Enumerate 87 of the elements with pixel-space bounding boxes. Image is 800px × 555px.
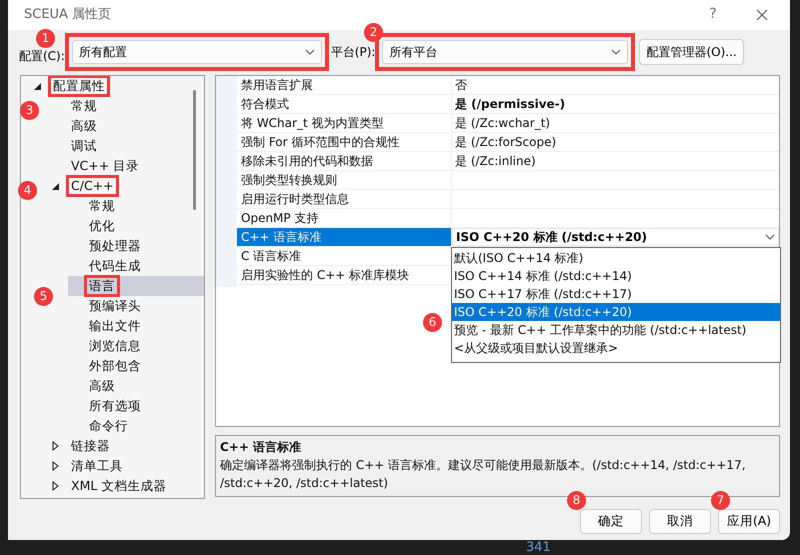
tree-item-label: 浏览信息 [88, 336, 142, 355]
chevron-down-icon [765, 234, 775, 240]
tree-item-label: 输出文件 [88, 316, 142, 335]
dropdown-option[interactable]: ISO C++17 标准 (/std:c++17) [452, 284, 780, 303]
tree-row[interactable]: 所有选项 [68, 396, 204, 416]
dropdown-field[interactable]: 所有平台 [382, 40, 628, 64]
property-value: 是 (/Zc:forScope) [455, 134, 556, 149]
tree-item-label: 外部包含 [88, 356, 142, 375]
property-name[interactable]: C++ 语言标准 [237, 228, 452, 246]
dialog-button[interactable]: 应用(A) [718, 508, 780, 534]
tree-row[interactable]: 输出文件 [68, 316, 204, 336]
tree-item-label: 常规 [88, 196, 116, 215]
collapsed-triangle-icon[interactable] [52, 440, 59, 451]
tree-row[interactable]: 常规 [68, 196, 204, 216]
dropdown-option[interactable]: 默认(ISO C++14 标准) [452, 248, 780, 267]
config-manager-button[interactable]: 配置管理器(O)... [639, 39, 744, 66]
property-name[interactable]: 强制类型转换规则 [237, 170, 452, 189]
tree-row[interactable]: 预编译头 [68, 296, 204, 316]
line-number: 341 [526, 540, 552, 555]
property-value: 是 (/permissive-) [455, 96, 566, 111]
tree-item-label: 预编译头 [88, 296, 142, 315]
tree-item-label: VC++ 目录 [70, 156, 140, 175]
tree-row[interactable]: 常规 [50, 96, 204, 116]
property-value-dropdown[interactable]: ISO C++20 标准 (/std:c++20) [452, 228, 779, 246]
tree-row[interactable]: 命令行 [68, 416, 204, 436]
tree-row[interactable]: 语言 [68, 276, 204, 296]
chevron-down-icon [304, 49, 315, 56]
platform-label: 平台(P): [330, 44, 376, 62]
tree-row[interactable]: 高级 [68, 376, 204, 396]
tree-item-label: 配置属性 [48, 76, 110, 97]
window-title: SCEUA 属性页 [24, 6, 112, 24]
property-name[interactable]: 符合模式 [237, 94, 452, 113]
tree-item-label: 所有选项 [88, 396, 142, 415]
expanded-triangle-icon[interactable] [34, 82, 41, 90]
expanded-triangle-icon[interactable] [52, 182, 59, 190]
help-button[interactable]: ? [698, 4, 728, 26]
close-icon[interactable] [756, 8, 768, 21]
tree-item-label: 语言 [84, 274, 120, 297]
tree-item-label: 调试 [70, 136, 98, 155]
collapsed-triangle-icon[interactable] [52, 460, 59, 471]
tree-row[interactable]: 配置属性 [32, 76, 204, 96]
dropdown-option[interactable]: ISO C++14 标准 (/std:c++14) [452, 266, 780, 285]
property-value: 否 [455, 78, 467, 92]
tree-item-label: 代码生成 [88, 256, 142, 275]
tree-item-label: C/C++ [66, 174, 119, 197]
tree-row[interactable]: C/C++ [50, 176, 204, 196]
tree-item-label: 高级 [70, 116, 98, 135]
tree-row[interactable]: 外部包含 [68, 356, 204, 376]
dropdown-option[interactable]: ISO C++20 标准 (/std:c++20) [452, 302, 780, 321]
tree-row[interactable]: 调试 [50, 136, 204, 156]
dialog-button[interactable]: 确定 [580, 508, 642, 534]
tree-row[interactable]: 浏览信息 [68, 336, 204, 356]
dropdown-option[interactable]: <从父级或项目默认设置继承> [452, 338, 780, 357]
dialog-button[interactable]: 取消 [649, 508, 711, 534]
tree-row[interactable]: XML 文档生成器 [50, 476, 204, 496]
tree-row[interactable]: 链接器 [50, 436, 204, 456]
property-name[interactable]: 强制 For 循环范围中的合规性 [237, 132, 452, 151]
property-value: ISO C++20 标准 (/std:c++20) [456, 228, 647, 246]
config-label: 配置(C): [19, 48, 65, 66]
description-title: C++ 语言标准 [220, 438, 302, 456]
tree-item-label: 高级 [88, 376, 116, 395]
tree-row[interactable]: 优化 [68, 216, 204, 236]
property-name[interactable]: 移除未引用的代码和数据 [237, 152, 452, 170]
tree-row[interactable]: VC++ 目录 [50, 156, 204, 176]
tree-row[interactable]: 清单工具 [50, 456, 204, 476]
tree-row[interactable]: 代码生成 [68, 256, 204, 276]
tree-row[interactable]: 高级 [50, 116, 204, 136]
property-name[interactable]: 禁用语言扩展 [237, 76, 452, 94]
property-name[interactable]: 启用运行时类型信息 [237, 190, 452, 208]
tree-item-label: 命令行 [88, 416, 129, 435]
dropdown-option[interactable]: 预览 - 最新 C++ 工作草案中的功能 (/std:c++latest) [452, 320, 780, 339]
property-name[interactable]: 将 WChar_t 视为内置类型 [237, 114, 452, 132]
property-name[interactable]: OpenMP 支持 [237, 208, 452, 227]
tree-item-label: 优化 [88, 216, 116, 235]
tree-item-label: XML 文档生成器 [70, 476, 168, 495]
scrollbar-thumb[interactable] [193, 90, 196, 210]
chevron-down-icon [611, 49, 622, 56]
property-value: 是 (/Zc:wchar_t) [455, 116, 550, 130]
description-text: 确定编译器将强制执行的 C++ 语言标准。建议尽可能使用最新版本。(/std:c++14, /std:c++17, /std:c++20, /std:c++latest) [220, 456, 747, 492]
tree-item-label: 常规 [70, 96, 98, 115]
tree-row[interactable]: 预处理器 [68, 236, 204, 256]
property-value: 是 (/Zc:inline) [455, 154, 536, 168]
collapsed-triangle-icon[interactable] [52, 480, 59, 491]
tree-item-label: 预处理器 [88, 236, 142, 255]
dropdown-field[interactable]: 所有配置 [72, 40, 322, 64]
tree-item-label: 清单工具 [70, 456, 124, 475]
tree-item-label: 链接器 [70, 436, 111, 455]
